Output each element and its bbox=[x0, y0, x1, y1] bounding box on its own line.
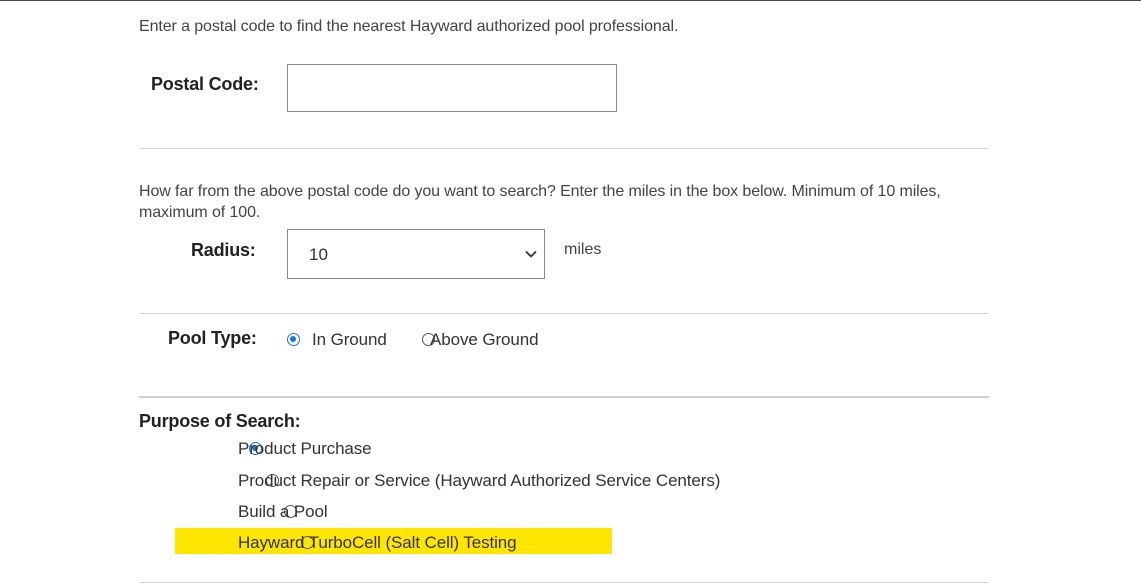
divider bbox=[139, 396, 989, 398]
purpose-product-purchase-label[interactable]: Product Purchase bbox=[238, 439, 372, 459]
radius-select[interactable]: 10 bbox=[287, 229, 545, 279]
purpose-build-pool-label[interactable]: Build a Pool bbox=[238, 502, 328, 522]
pool-type-above-ground-label[interactable]: Above Ground bbox=[430, 330, 539, 350]
postal-code-label: Postal Code: bbox=[151, 74, 259, 94]
purpose-turbocell-testing-label[interactable]: Hayward TurboCell (Salt Cell) Testing bbox=[238, 533, 517, 553]
chevron-down-icon bbox=[525, 250, 537, 258]
pool-type-in-ground-label[interactable]: In Ground bbox=[312, 330, 387, 350]
pool-type-in-ground-radio[interactable] bbox=[287, 333, 300, 346]
radius-label: Radius: bbox=[191, 240, 256, 260]
postal-code-input[interactable] bbox=[287, 64, 617, 112]
pool-type-label: Pool Type: bbox=[168, 328, 257, 348]
divider bbox=[139, 313, 989, 314]
purpose-of-search-label: Purpose of Search: bbox=[139, 411, 301, 431]
top-border bbox=[0, 0, 1141, 1]
radius-unit: miles bbox=[564, 241, 602, 258]
dealer-locator-form: Enter a postal code to find the nearest … bbox=[0, 0, 1141, 588]
radius-selected-value: 10 bbox=[309, 245, 328, 264]
intro-text: Enter a postal code to find the nearest … bbox=[139, 18, 679, 35]
purpose-repair-service-label[interactable]: Product Repair or Service (Hayward Autho… bbox=[238, 471, 720, 491]
divider bbox=[139, 148, 989, 149]
divider bbox=[139, 582, 989, 583]
radius-help-text: How far from the above postal code do yo… bbox=[139, 183, 941, 221]
